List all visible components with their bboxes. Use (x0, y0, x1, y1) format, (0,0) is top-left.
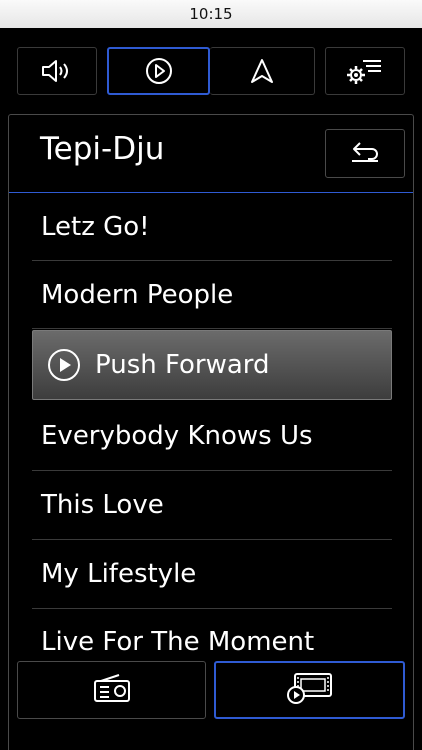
settings-button[interactable] (325, 47, 405, 95)
back-arrow-icon (348, 141, 382, 167)
list-item-now-playing[interactable]: Push Forward (32, 330, 392, 400)
media-tab-button[interactable] (107, 47, 210, 95)
clock-time: 10:15 (189, 5, 233, 23)
radio-button[interactable] (17, 661, 206, 719)
track-title: My Lifestyle (41, 559, 197, 589)
panel-header: Tepi-Dju (9, 115, 413, 193)
list-item[interactable]: Modern People (32, 261, 392, 329)
navigation-button[interactable] (210, 47, 315, 95)
media-player-icon (286, 671, 334, 709)
track-title: Push Forward (95, 350, 270, 380)
play-circle-icon (144, 56, 174, 86)
track-title: Letz Go! (41, 211, 150, 242)
speaker-icon (40, 58, 74, 84)
track-title: Everybody Knows Us (41, 420, 313, 451)
navigation-arrow-icon (249, 58, 275, 84)
gear-menu-icon (345, 56, 385, 86)
track-title: Live For The Moment (41, 627, 315, 652)
track-title: Modern People (41, 279, 234, 310)
play-circle-icon (47, 348, 81, 382)
list-item[interactable]: Everybody Knows Us (32, 401, 392, 471)
list-item[interactable]: Live For The Moment (32, 609, 392, 652)
album-title: Tepi-Dju (40, 131, 165, 167)
back-button[interactable] (325, 129, 405, 178)
panel-left-edge (8, 652, 9, 750)
radio-icon (93, 673, 131, 707)
list-item[interactable]: Letz Go! (32, 193, 392, 261)
track-list-panel: Tepi-Dju Letz Go! Modern People Push For… (8, 114, 414, 652)
media-player-button[interactable] (214, 661, 405, 719)
list-item[interactable]: This Love (32, 471, 392, 540)
track-title: This Love (41, 490, 164, 520)
panel-right-edge (413, 652, 414, 750)
status-bar: 10:15 (0, 0, 422, 28)
volume-button[interactable] (17, 47, 97, 95)
list-item[interactable]: My Lifestyle (32, 540, 392, 609)
